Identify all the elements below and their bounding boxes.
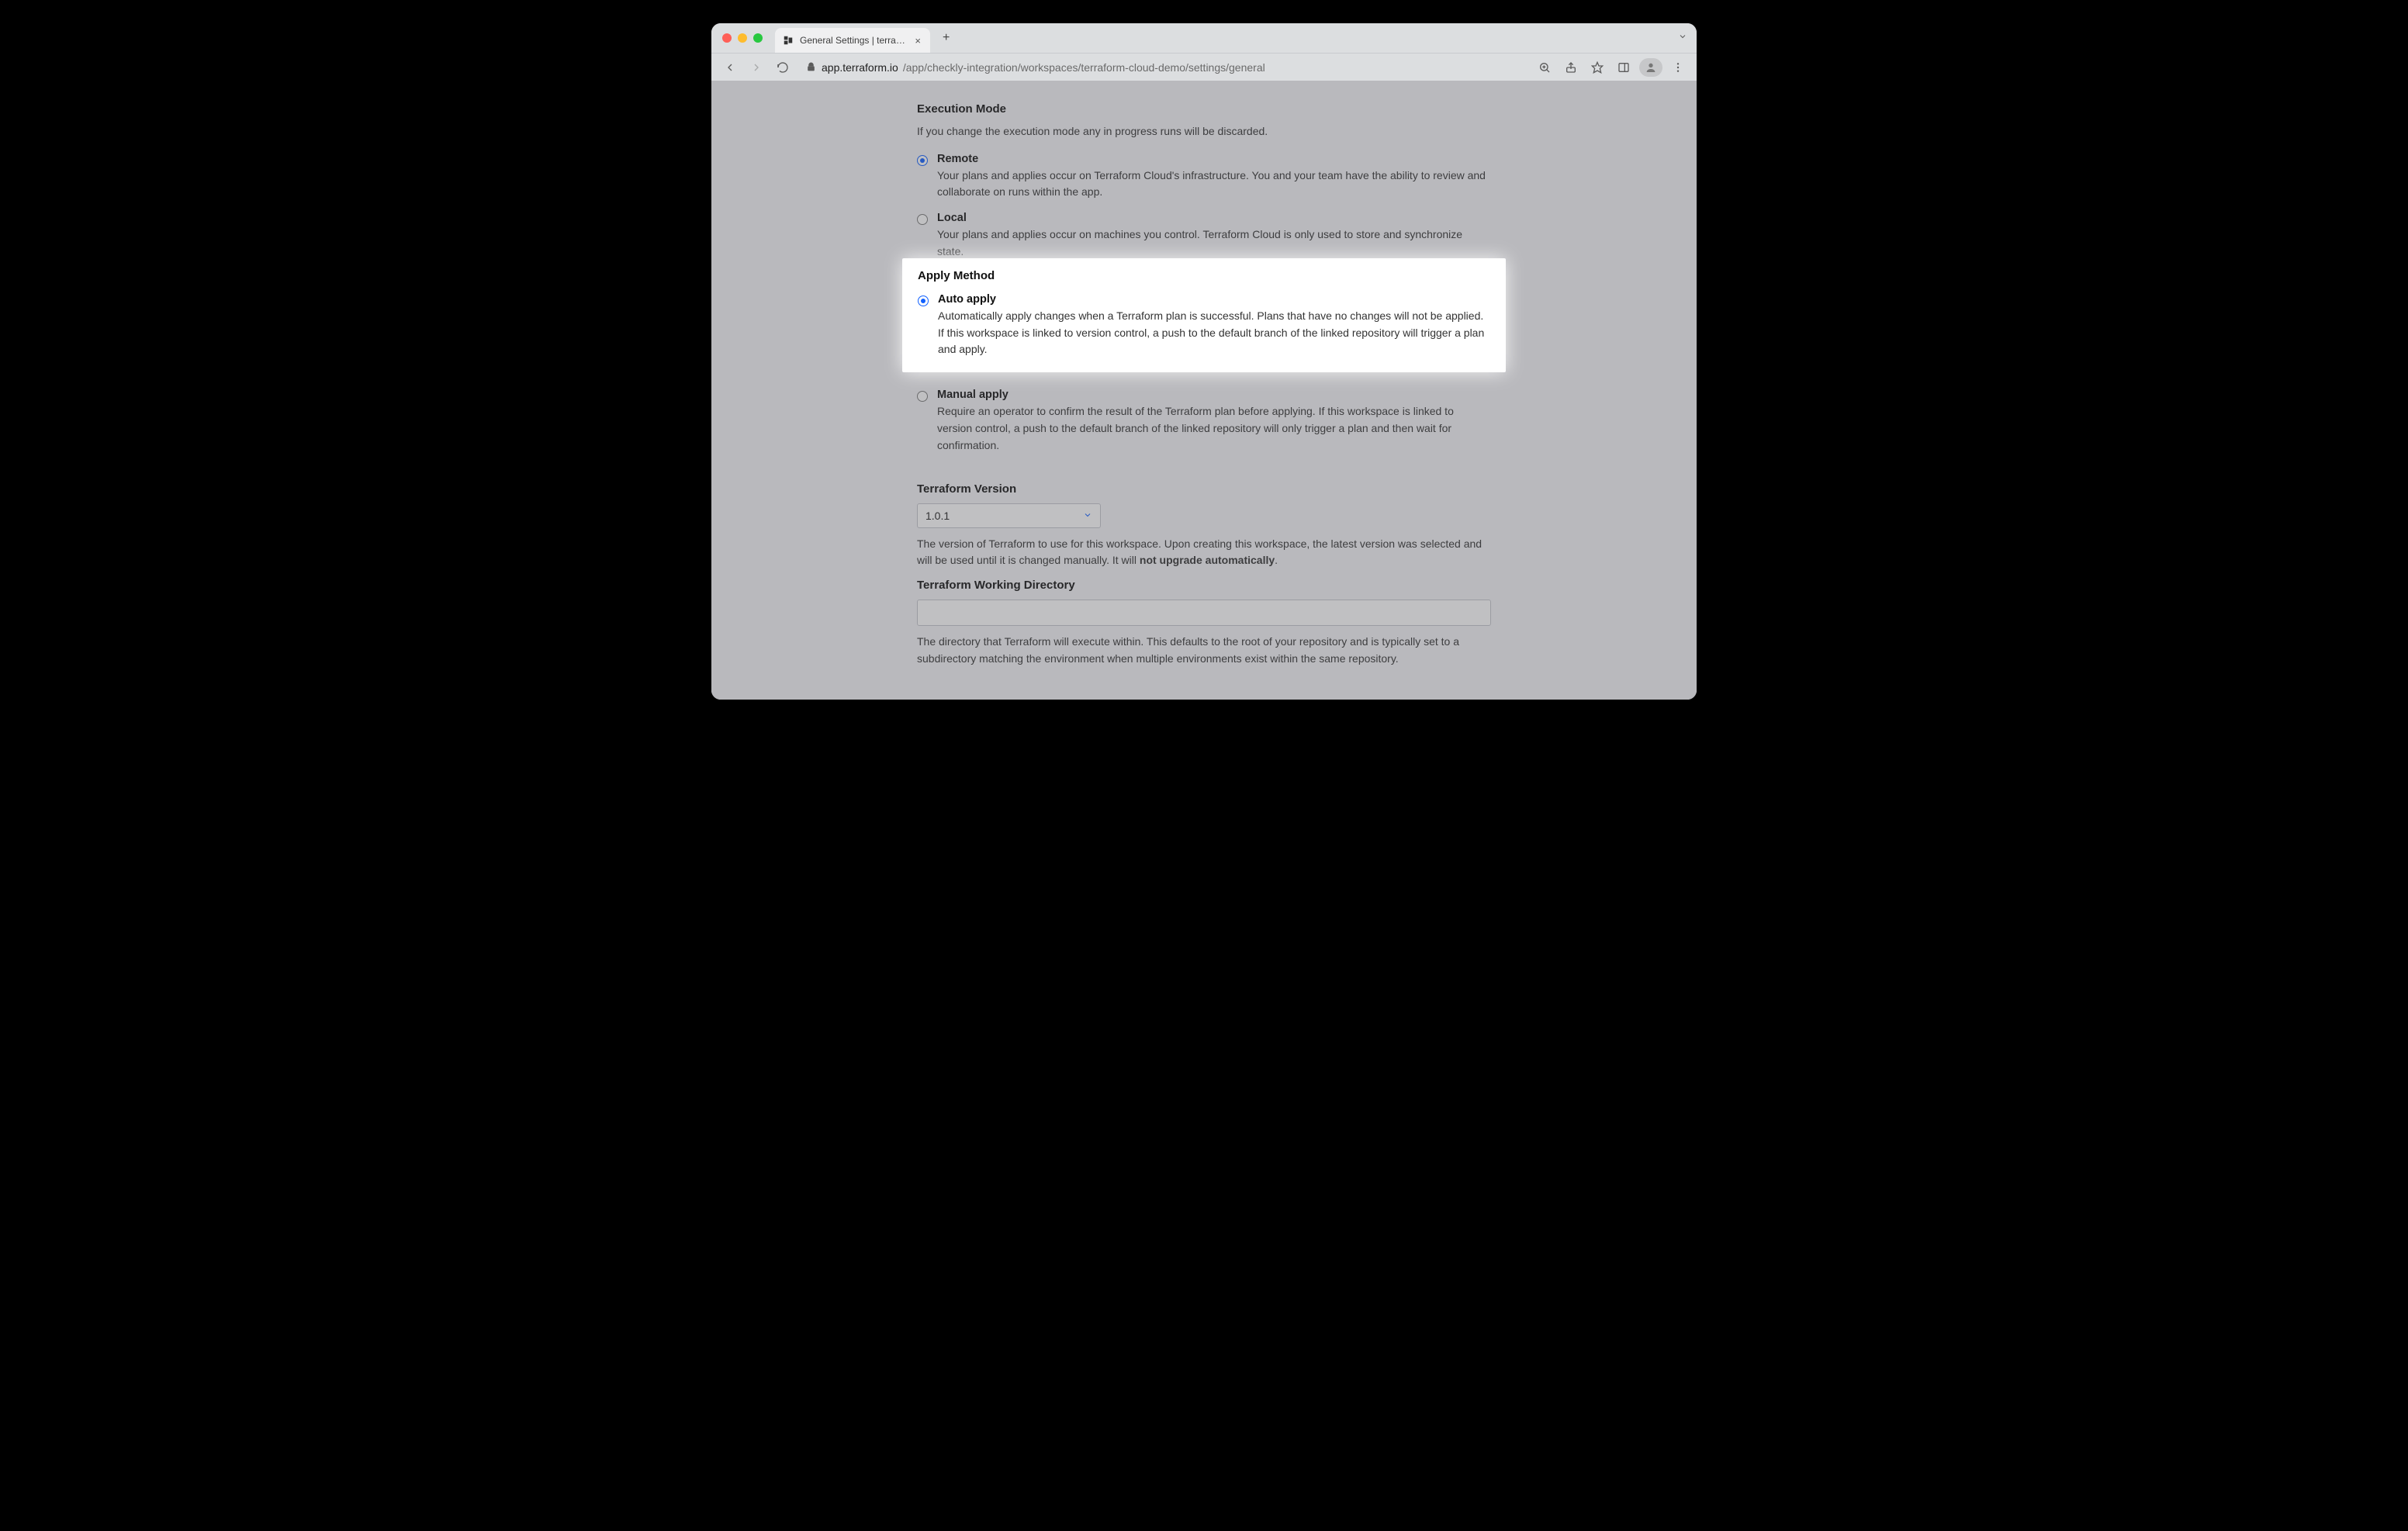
url-bar: app.terraform.io/app/checkly-integration… [711, 53, 1697, 81]
url-host: app.terraform.io [822, 61, 898, 74]
tab-strip: General Settings | terraform-cl… × + [711, 23, 1697, 53]
working-dir-heading: Terraform Working Directory [917, 579, 1491, 592]
radio-label: Remote [937, 153, 1491, 165]
radio-input-remote[interactable] [917, 155, 928, 166]
bookmark-star-icon[interactable] [1586, 57, 1608, 78]
radio-input-auto[interactable] [918, 295, 929, 306]
address-bar[interactable]: app.terraform.io/app/checkly-integration… [798, 61, 1529, 74]
working-dir-desc: The directory that Terraform will execut… [917, 634, 1491, 667]
sidepanel-icon[interactable] [1613, 57, 1635, 78]
url-path: /app/checkly-integration/workspaces/terr… [903, 61, 1265, 74]
settings-content: Execution Mode If you change the executi… [917, 81, 1491, 700]
radio-option-auto[interactable]: Auto apply Automatically apply changes w… [918, 290, 1490, 366]
zoom-icon[interactable] [1534, 57, 1555, 78]
nav-forward-button[interactable] [746, 57, 767, 78]
radio-option-manual[interactable]: Manual apply Require an operator to conf… [917, 385, 1491, 461]
tf-version-select[interactable]: 1.0.1 [917, 503, 1101, 528]
execution-mode-hint: If you change the execution mode any in … [917, 123, 1491, 140]
working-dir-input[interactable] [917, 600, 1491, 626]
radio-label: Local [937, 212, 1491, 224]
kebab-menu-button[interactable] [1667, 57, 1689, 78]
tf-version-value: 1.0.1 [925, 510, 950, 522]
radio-desc: Your plans and applies occur on machines… [937, 226, 1491, 260]
tf-version-desc: The version of Terraform to use for this… [917, 536, 1491, 569]
radio-desc: Require an operator to confirm the resul… [937, 403, 1491, 454]
traffic-lights [722, 33, 763, 43]
working-dir-section: Terraform Working Directory The director… [917, 579, 1491, 667]
tf-version-heading: Terraform Version [917, 482, 1491, 496]
browser-window: General Settings | terraform-cl… × + app… [711, 23, 1697, 700]
radio-label: Auto apply [938, 293, 1490, 306]
nav-reload-button[interactable] [772, 57, 794, 78]
chevron-down-icon [1083, 510, 1092, 522]
tabs-chevron-down-icon[interactable] [1678, 31, 1687, 45]
nav-back-button[interactable] [719, 57, 741, 78]
apply-method-highlight: Apply Method Auto apply Automatically ap… [902, 258, 1506, 372]
radio-option-remote[interactable]: Remote Your plans and applies occur on T… [917, 150, 1491, 209]
new-tab-button[interactable]: + [938, 23, 954, 53]
lock-icon [806, 62, 817, 73]
apply-method-heading: Apply Method [918, 269, 1490, 282]
tab-title: General Settings | terraform-cl… [800, 35, 907, 46]
execution-mode-section: Execution Mode If you change the executi… [917, 102, 1491, 268]
tab-close-button[interactable]: × [913, 35, 922, 47]
radio-input-local[interactable] [917, 214, 928, 225]
share-icon[interactable] [1560, 57, 1582, 78]
page-viewport: Execution Mode If you change the executi… [711, 81, 1697, 700]
window-maximize-button[interactable] [753, 33, 763, 43]
tab-favicon-icon [783, 35, 794, 46]
radio-input-manual[interactable] [917, 391, 928, 402]
tf-version-section: Terraform Version 1.0.1 The version of T… [917, 482, 1491, 569]
browser-tab[interactable]: General Settings | terraform-cl… × [775, 28, 930, 53]
execution-mode-heading: Execution Mode [917, 102, 1491, 116]
profile-button[interactable] [1639, 58, 1662, 77]
window-close-button[interactable] [722, 33, 732, 43]
window-minimize-button[interactable] [738, 33, 747, 43]
radio-desc: Automatically apply changes when a Terra… [938, 308, 1490, 358]
radio-label: Manual apply [937, 389, 1491, 401]
radio-desc: Your plans and applies occur on Terrafor… [937, 168, 1491, 201]
